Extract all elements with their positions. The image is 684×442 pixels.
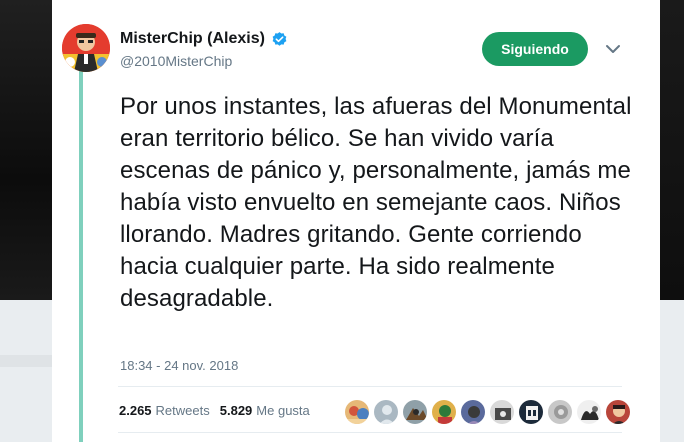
default-avatar-icon bbox=[374, 400, 398, 424]
following-button[interactable]: Siguiendo bbox=[482, 32, 588, 66]
chevron-down-icon[interactable] bbox=[604, 42, 622, 56]
liker-avatar-8-icon bbox=[548, 400, 572, 424]
liker-avatar[interactable] bbox=[402, 399, 428, 425]
liker-avatar[interactable] bbox=[489, 399, 515, 425]
liker-avatar-1-icon bbox=[345, 400, 369, 424]
avatar-illustration-icon bbox=[62, 24, 110, 72]
liker-avatar[interactable] bbox=[576, 399, 602, 425]
liker-avatar-4-icon bbox=[432, 400, 456, 424]
background-photo-right bbox=[660, 0, 684, 300]
likes-stat[interactable]: 5.829 Me gusta bbox=[220, 403, 310, 418]
liker-avatar-5-icon bbox=[461, 400, 485, 424]
avatar[interactable] bbox=[62, 24, 110, 72]
background-page-left bbox=[0, 300, 52, 442]
liker-avatar-7-icon bbox=[519, 400, 543, 424]
liker-avatar[interactable] bbox=[373, 399, 399, 425]
background-photo-left bbox=[0, 0, 52, 300]
liker-avatar[interactable] bbox=[460, 399, 486, 425]
display-name[interactable]: MisterChip (Alexis) bbox=[120, 30, 265, 48]
background-page-right bbox=[660, 300, 684, 442]
tweet-text: Por unos instantes, las afueras del Monu… bbox=[120, 93, 632, 312]
verified-badge-icon bbox=[272, 31, 287, 46]
liker-avatar[interactable] bbox=[518, 399, 544, 425]
liker-avatar[interactable] bbox=[605, 399, 631, 425]
background-bar bbox=[0, 355, 52, 367]
liker-avatar-10-icon bbox=[606, 400, 630, 424]
retweets-count: 2.265 bbox=[119, 403, 152, 418]
liker-avatars bbox=[344, 399, 631, 425]
liker-avatar-6-icon bbox=[490, 400, 514, 424]
user-handle[interactable]: @2010MisterChip bbox=[120, 53, 232, 69]
liker-avatar-3-icon bbox=[403, 400, 427, 424]
liker-avatar[interactable] bbox=[431, 399, 457, 425]
divider bbox=[118, 432, 622, 433]
liker-avatar-9-icon bbox=[577, 400, 601, 424]
thread-line bbox=[79, 66, 83, 442]
divider bbox=[118, 386, 622, 387]
liker-avatar[interactable] bbox=[344, 399, 370, 425]
likes-label: Me gusta bbox=[256, 403, 310, 418]
tweet-timestamp[interactable]: 18:34 - 24 nov. 2018 bbox=[120, 358, 238, 373]
retweets-label: Retweets bbox=[155, 403, 210, 418]
tweet-stats: 2.265 Retweets 5.829 Me gusta bbox=[119, 403, 310, 418]
likes-count: 5.829 bbox=[219, 403, 253, 418]
retweets-stat[interactable]: 2.265 Retweets bbox=[119, 403, 210, 418]
author-row: MisterChip (Alexis) bbox=[120, 30, 288, 48]
liker-avatar[interactable] bbox=[547, 399, 573, 425]
